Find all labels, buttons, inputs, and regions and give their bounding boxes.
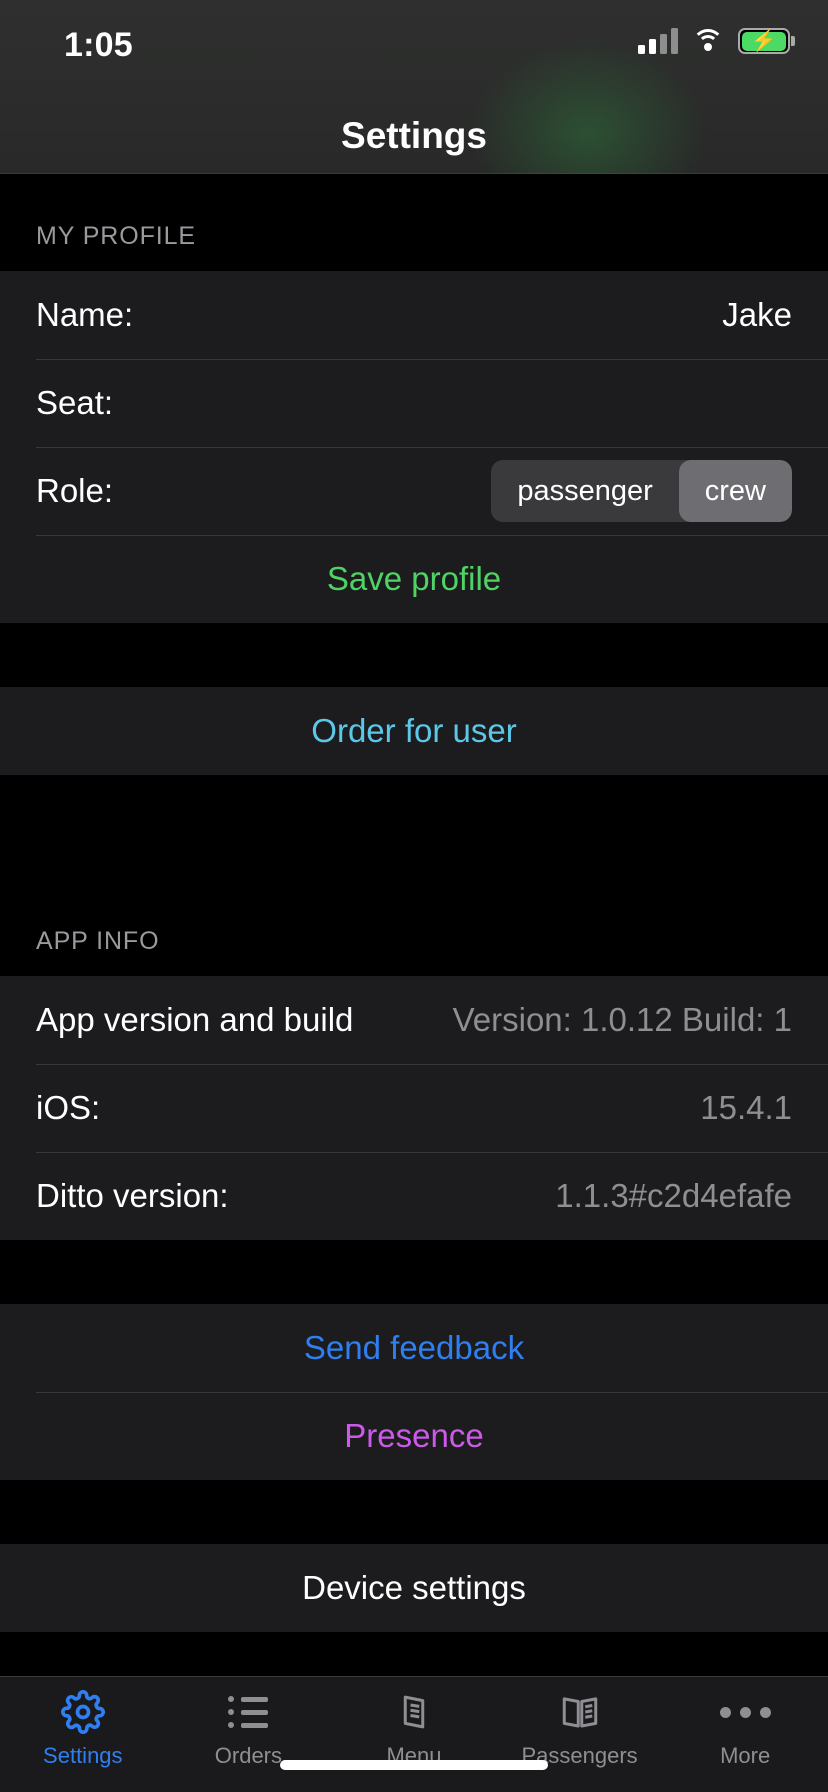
send-feedback-label: Send feedback (303, 1329, 525, 1366)
list-icon (228, 1689, 269, 1735)
tab-more-label: More (720, 1743, 771, 1768)
page-title: Settings (341, 114, 487, 156)
presence-button[interactable]: Presence (0, 1392, 828, 1480)
role-segmented-control[interactable]: passenger crew (491, 460, 792, 522)
tab-bar: Settings Orders Menu Passengers More (0, 1676, 828, 1792)
role-option-passenger[interactable]: passenger (491, 460, 678, 522)
name-value[interactable]: Jake (722, 296, 792, 334)
role-label: Role: (36, 472, 114, 509)
settings-scroll-view[interactable]: MY PROFILE Name: Jake Seat: Role: passen… (0, 174, 828, 1676)
ditto-version-value: 1.1.3#c2d4efafe (555, 1177, 792, 1214)
tab-settings-label: Settings (43, 1743, 123, 1768)
tab-more[interactable]: More (662, 1689, 828, 1769)
section-header-my-profile: MY PROFILE (0, 174, 828, 271)
status-bar: 1:05 ⚡ (0, 0, 828, 98)
actions-group: Send feedback Presence (0, 1304, 828, 1480)
wifi-icon (692, 29, 724, 53)
role-option-crew[interactable]: crew (678, 460, 792, 522)
row-ios-version: iOS: 15.4.1 (0, 1064, 828, 1152)
send-feedback-button[interactable]: Send feedback (0, 1304, 828, 1392)
device-settings-label: Device settings (302, 1569, 526, 1606)
device-settings-group: Device settings (0, 1544, 828, 1632)
gear-icon (60, 1689, 105, 1735)
app-version-value: Version: 1.0.12 Build: 1 (452, 1001, 792, 1038)
name-label: Name: (36, 296, 134, 333)
home-indicator[interactable] (280, 1760, 548, 1770)
tab-settings[interactable]: Settings (0, 1689, 166, 1769)
spacer-after-profile (0, 623, 828, 687)
save-profile-label: Save profile (326, 560, 502, 597)
seat-label: Seat: (36, 384, 114, 421)
order-for-user-button[interactable]: Order for user (0, 687, 828, 775)
save-profile-button[interactable]: Save profile (0, 535, 828, 623)
row-role: Role: passenger crew (0, 447, 828, 535)
status-bar-indicators: ⚡ (638, 28, 795, 54)
battery-charging-icon: ⚡ (738, 28, 795, 54)
spacer-after-order (0, 775, 828, 879)
book-open-icon (559, 1689, 601, 1735)
row-ditto-version: Ditto version: 1.1.3#c2d4efafe (0, 1152, 828, 1240)
tab-passengers[interactable]: Passengers (497, 1689, 663, 1769)
spacer-after-actions (0, 1480, 828, 1544)
tab-orders-label: Orders (214, 1743, 283, 1768)
app-screen: 1:05 ⚡ Settings MY PROFILE Name: Jake Se… (0, 0, 828, 1792)
presence-label: Presence (344, 1417, 484, 1454)
device-settings-button[interactable]: Device settings (0, 1544, 828, 1632)
app-info-group: App version and build Version: 1.0.12 Bu… (0, 976, 828, 1240)
section-header-app-info: APP INFO (0, 879, 828, 976)
ellipsis-icon (719, 1689, 771, 1735)
ios-version-value: 15.4.1 (700, 1089, 792, 1126)
app-version-label: App version and build (36, 1001, 354, 1038)
order-for-user-label: Order for user (311, 712, 517, 749)
row-app-version: App version and build Version: 1.0.12 Bu… (0, 976, 828, 1064)
status-bar-time: 1:05 (64, 26, 133, 64)
row-seat[interactable]: Seat: (0, 359, 828, 447)
navigation-bar: Settings (0, 38, 828, 228)
row-name[interactable]: Name: Jake (0, 271, 828, 359)
profile-group: Name: Jake Seat: Role: passenger crew Sa… (0, 271, 828, 623)
order-group: Order for user (0, 687, 828, 775)
cellular-signal-icon (638, 28, 678, 54)
ios-version-label: iOS: (36, 1089, 101, 1126)
ditto-version-label: Ditto version: (36, 1177, 229, 1214)
book-icon (393, 1689, 435, 1735)
tab-orders[interactable]: Orders (166, 1689, 332, 1769)
spacer-after-app-info (0, 1240, 828, 1304)
tab-menu[interactable]: Menu (331, 1689, 497, 1769)
